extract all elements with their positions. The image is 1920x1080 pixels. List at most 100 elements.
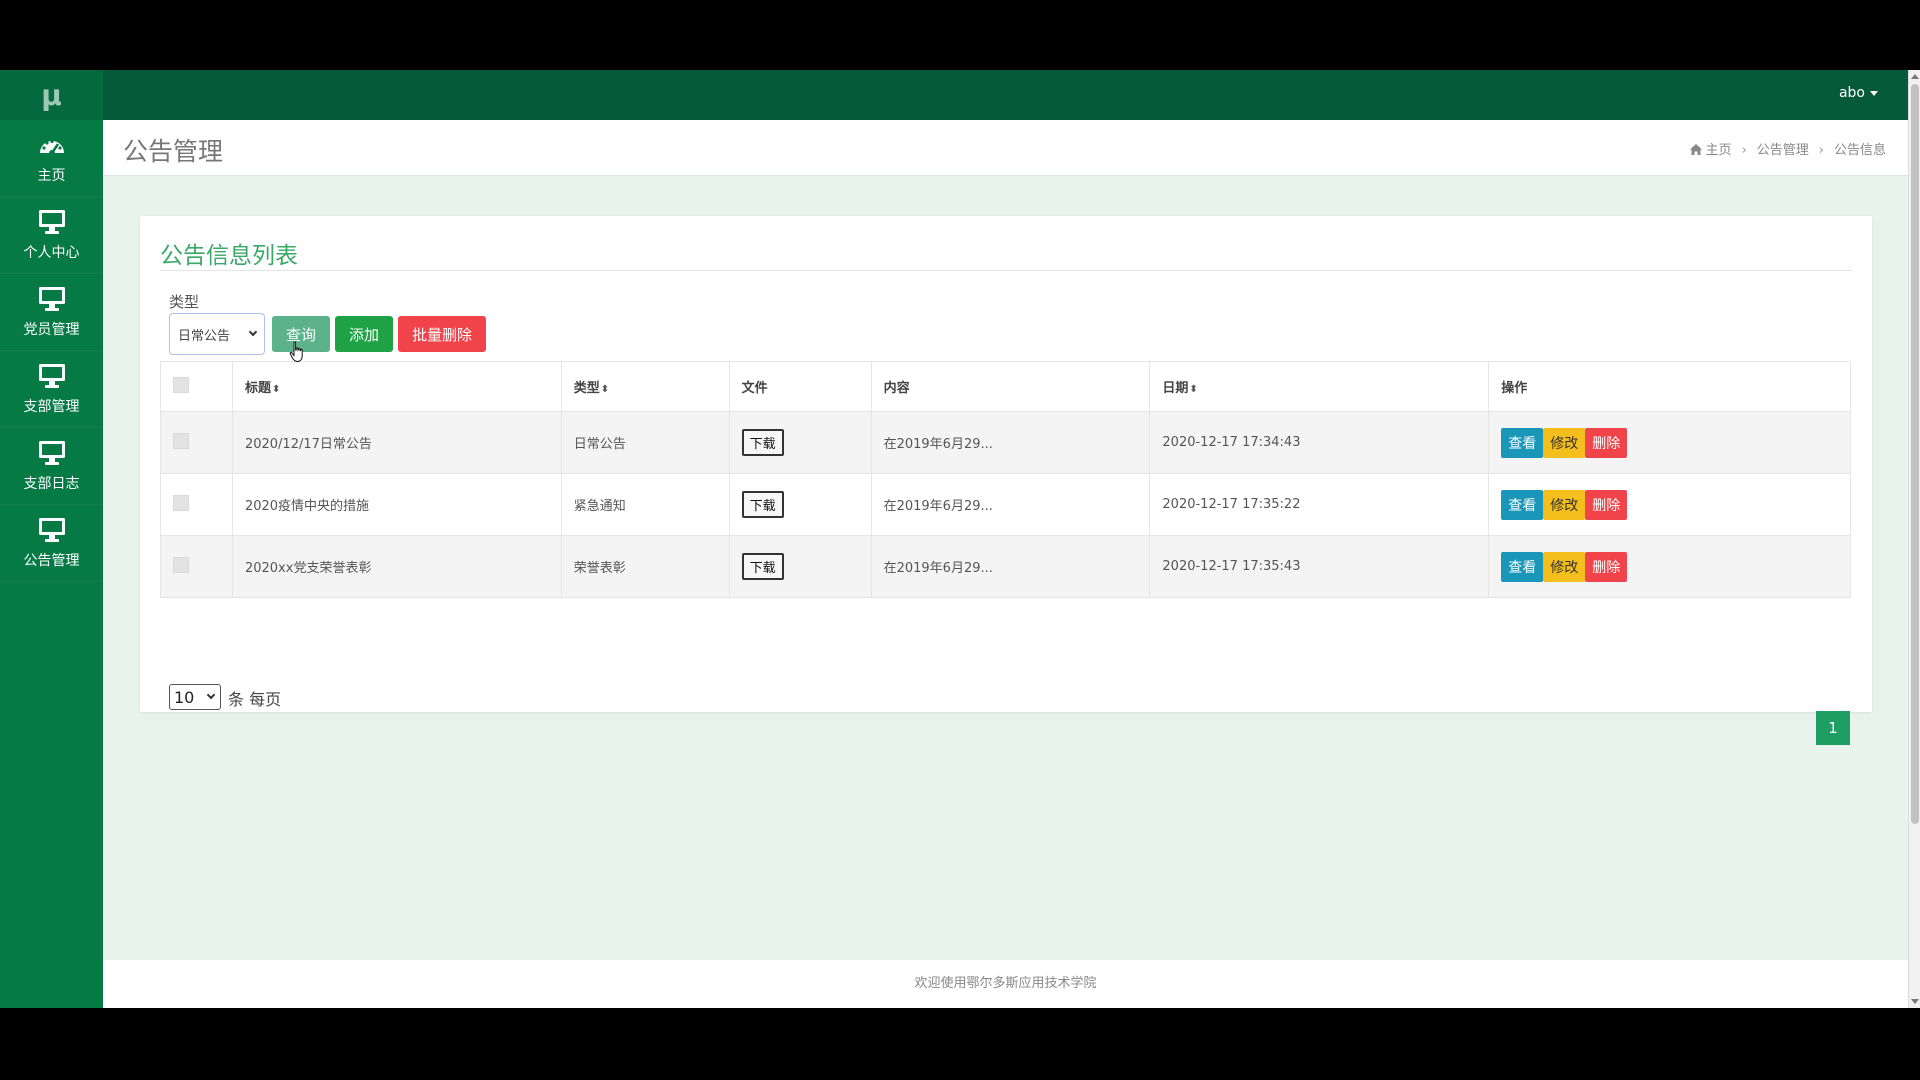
sidebar-item-profile[interactable]: 个人中心 <box>0 197 103 274</box>
download-button[interactable]: 下载 <box>741 491 784 518</box>
cell-date: 2020-12-17 17:34:43 <box>1149 411 1490 474</box>
type-filter-select[interactable]: 日常公告 <box>169 313 265 355</box>
logo: μ <box>0 70 103 120</box>
breadcrumb-announcement-mgmt[interactable]: 公告管理 <box>1757 143 1809 158</box>
topbar: abo <box>103 70 1908 120</box>
cell-type: 日常公告 <box>560 411 730 474</box>
cell-content: 在2019年6月29... <box>870 473 1151 536</box>
sidebar-item-label: 个人中心 <box>23 245 80 261</box>
chevron-down-icon <box>248 327 258 337</box>
monitor-icon <box>37 516 67 544</box>
delete-button[interactable]: 删除 <box>1585 551 1628 582</box>
sidebar-item-branch-log[interactable]: 支部日志 <box>0 428 103 505</box>
sidebar-item-label: 支部日志 <box>23 476 80 492</box>
sidebar-item-members[interactable]: 党员管理 <box>0 274 103 351</box>
sort-icon: ⬍ <box>1189 384 1198 395</box>
page-header: 公告管理 主页 › 公告管理 › 公告信息 <box>103 120 1908 176</box>
cell-content: 在2019年6月29... <box>870 535 1151 598</box>
table-row: 2020/12/17日常公告 日常公告 下载 在2019年6月29... 202… <box>160 411 1851 474</box>
scroll-up-icon[interactable] <box>1911 74 1919 79</box>
cell-date: 2020-12-17 17:35:43 <box>1149 535 1490 598</box>
caret-down-icon <box>1870 90 1878 96</box>
batch-delete-button[interactable]: 批量删除 <box>398 316 486 352</box>
monitor-icon <box>37 285 67 313</box>
sort-icon: ⬍ <box>271 384 281 395</box>
cell-type: 荣誉表彰 <box>560 535 730 598</box>
column-header-file: 文件 <box>728 361 872 412</box>
table-header-row: 标题⬍ 类型⬍ 文件 内容 日期⬍ 操作 <box>160 361 1851 412</box>
column-header-type[interactable]: 类型⬍ <box>560 361 730 412</box>
cell-date: 2020-12-17 17:35:22 <box>1149 473 1490 536</box>
announcement-list-card: 公告信息列表 类型 日常公告 查询 添加 批量删除 标题⬍ 类型⬍ 文件 内容 … <box>140 216 1872 745</box>
monitor-icon <box>37 362 67 390</box>
hand-cursor-icon <box>289 341 303 363</box>
user-menu[interactable]: abo <box>1839 85 1878 101</box>
sidebar-item-home[interactable]: 主页 <box>0 120 103 197</box>
sidebar-item-branches[interactable]: 支部管理 <box>0 351 103 428</box>
page-title: 公告管理 <box>123 137 224 166</box>
type-filter-value: 日常公告 <box>178 328 231 344</box>
column-header-content: 内容 <box>870 361 1151 412</box>
edit-button[interactable]: 修改 <box>1543 551 1586 582</box>
edit-button[interactable]: 修改 <box>1543 427 1586 458</box>
cell-type: 紧急通知 <box>560 473 730 536</box>
type-filter-label: 类型 <box>169 293 200 311</box>
chevron-right-icon: › <box>1818 143 1824 158</box>
add-button[interactable]: 添加 <box>335 316 393 352</box>
home-icon <box>1689 144 1702 155</box>
monitor-icon <box>37 439 67 467</box>
select-all-cell <box>160 361 233 412</box>
chevron-down-icon <box>206 690 216 700</box>
view-button[interactable]: 查看 <box>1501 427 1544 458</box>
view-button[interactable]: 查看 <box>1501 489 1544 520</box>
row-checkbox[interactable] <box>173 432 189 449</box>
breadcrumb: 主页 › 公告管理 › 公告信息 <box>1689 139 1886 158</box>
sidebar-item-announcements[interactable]: 公告管理 <box>0 505 103 582</box>
column-header-actions: 操作 <box>1488 361 1851 412</box>
edit-button[interactable]: 修改 <box>1543 489 1586 520</box>
breadcrumb-home[interactable]: 主页 <box>1706 143 1732 158</box>
select-all-checkbox[interactable] <box>173 376 189 393</box>
scrollbar-thumb[interactable] <box>1911 84 1919 824</box>
column-header-title[interactable]: 标题⬍ <box>231 361 562 412</box>
sidebar-item-label: 党员管理 <box>23 322 80 338</box>
download-button[interactable]: 下载 <box>741 429 784 456</box>
cell-actions: 查看 修改 删除 <box>1488 411 1851 474</box>
cell-title: 2020疫情中央的措施 <box>231 473 562 536</box>
sidebar-item-label: 支部管理 <box>23 399 80 415</box>
footer: 欢迎使用鄂尔多斯应用技术学院 <box>103 960 1908 1008</box>
username: abo <box>1838 85 1865 101</box>
table-row: 2020疫情中央的措施 紧急通知 下载 在2019年6月29... 2020-1… <box>160 473 1851 536</box>
column-header-date[interactable]: 日期⬍ <box>1149 361 1490 412</box>
cell-title: 2020xx党支荣誉表彰 <box>231 535 562 598</box>
cell-content: 在2019年6月29... <box>870 411 1151 474</box>
card-title: 公告信息列表 <box>160 243 298 269</box>
table-row: 2020xx党支荣誉表彰 荣誉表彰 下载 在2019年6月29... 2020-… <box>160 535 1851 598</box>
pagination-page-current[interactable]: 1 <box>1816 711 1850 745</box>
sidebar-item-label: 公告管理 <box>23 553 80 569</box>
cell-title: 2020/12/17日常公告 <box>231 411 562 474</box>
delete-button[interactable]: 删除 <box>1585 427 1628 458</box>
sort-icon: ⬍ <box>600 384 610 395</box>
cell-actions: 查看 修改 删除 <box>1488 535 1851 598</box>
row-checkbox[interactable] <box>173 494 189 511</box>
row-checkbox[interactable] <box>173 556 189 573</box>
app-window: μ 主页 个人中心 党员管理 支部管理 支部日志 公告管理 abo 公告管理 主… <box>0 70 1920 1008</box>
page-size-select[interactable]: 10 <box>169 684 221 710</box>
view-button[interactable]: 查看 <box>1501 551 1544 582</box>
cell-actions: 查看 修改 删除 <box>1488 473 1851 536</box>
chevron-right-icon: › <box>1741 143 1747 158</box>
scroll-down-icon[interactable] <box>1911 999 1919 1004</box>
vertical-scrollbar[interactable] <box>1908 70 1920 1008</box>
delete-button[interactable]: 删除 <box>1585 489 1628 520</box>
divider <box>160 270 1852 271</box>
sidebar: μ 主页 个人中心 党员管理 支部管理 支部日志 公告管理 <box>0 70 103 1008</box>
dashboard-icon <box>37 131 67 159</box>
page-size-suffix: 条 每页 <box>228 690 282 709</box>
announcement-table: 标题⬍ 类型⬍ 文件 内容 日期⬍ 操作 2020/12/17日常公告 日常公告… <box>160 361 1851 598</box>
page-size-value: 10 <box>174 687 195 707</box>
download-button[interactable]: 下载 <box>741 553 784 580</box>
monitor-icon <box>37 208 67 236</box>
sidebar-item-label: 主页 <box>37 168 66 184</box>
breadcrumb-current: 公告信息 <box>1833 143 1886 158</box>
